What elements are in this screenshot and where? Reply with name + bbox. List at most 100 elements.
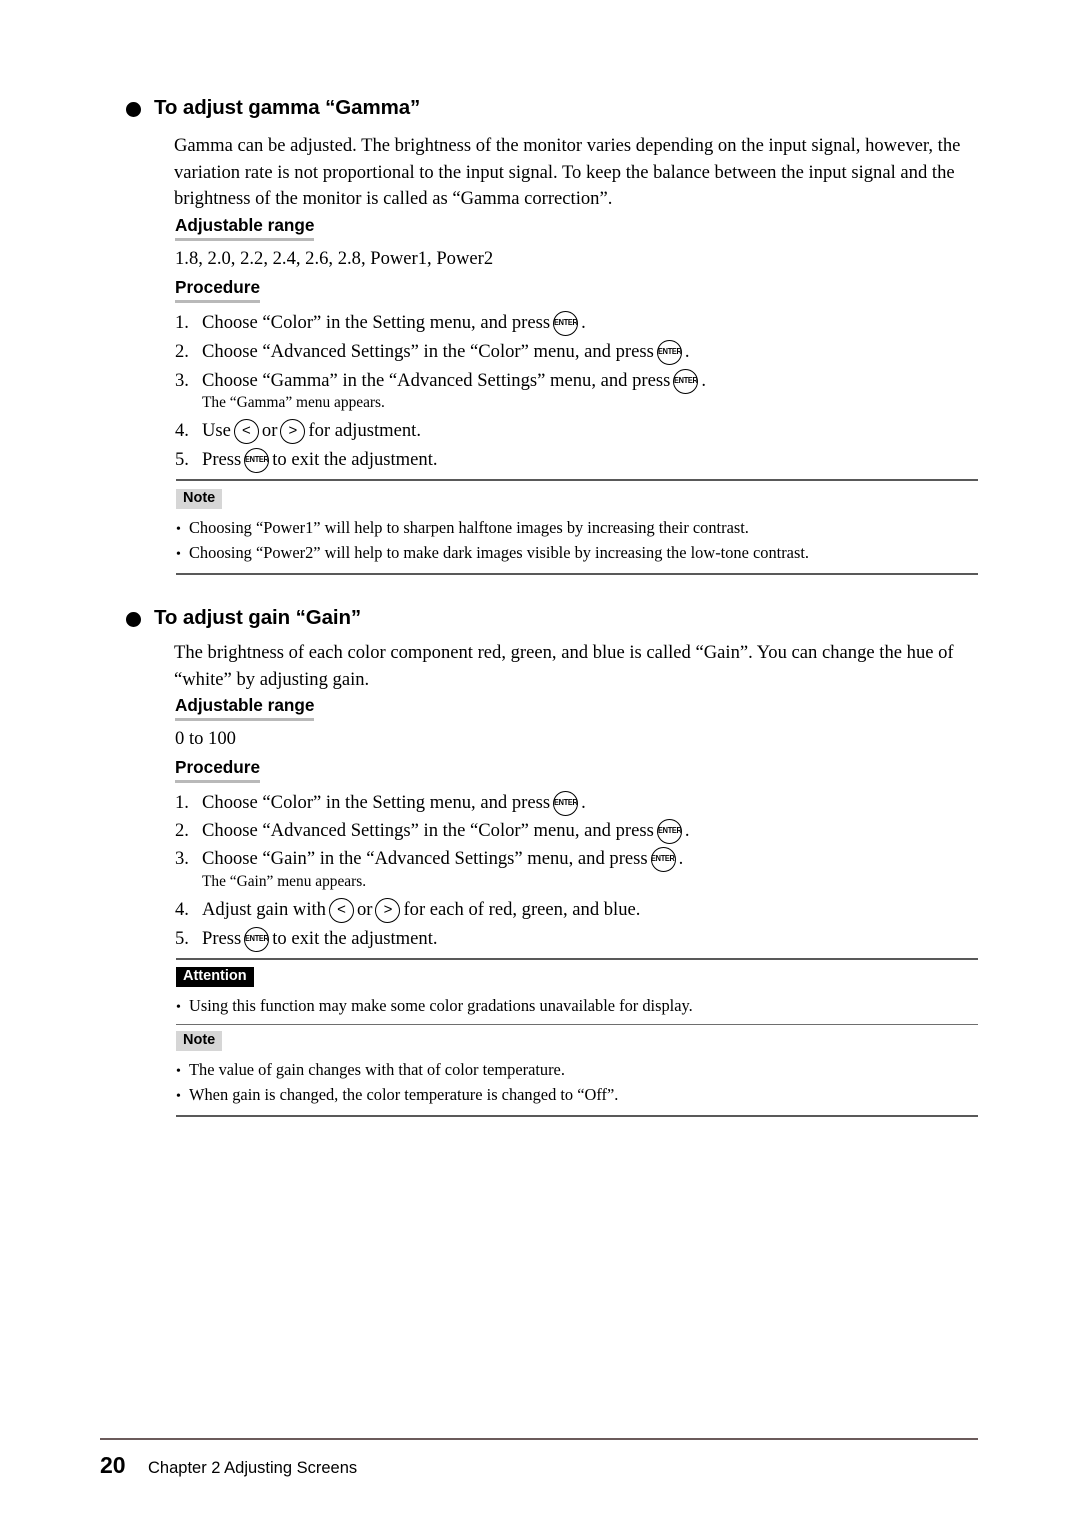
list-bullet-icon: • <box>176 1063 181 1079</box>
step-text-pre: Choose “Gamma” in the “Advanced Settings… <box>202 370 671 391</box>
step-text-mid: or <box>261 420 278 441</box>
right-arrow-key-icon: > <box>280 418 306 444</box>
step-number: 3. <box>175 848 189 869</box>
left-arrow-label: < <box>337 900 346 918</box>
step-text-mid: or <box>356 899 373 920</box>
adjustable-range-value-gamma: 1.8, 2.0, 2.2, 2.4, 2.6, 2.8, Power1, Po… <box>175 248 494 269</box>
section-heading-gamma: To adjust gamma “Gamma” <box>126 96 420 120</box>
procedure-step: 1. Choose “Color” in the Setting menu, a… <box>175 790 586 816</box>
callout-item-text: Using this function may make some color … <box>189 995 693 1015</box>
footer-chapter-label: Chapter 2 Adjusting Screens <box>148 1459 358 1477</box>
enter-key-label: ENTER <box>244 455 269 464</box>
step-result-note-gamma: The “Gamma” menu appears. <box>202 394 385 411</box>
step-text-pre: Choose “Advanced Settings” in the “Color… <box>202 341 654 362</box>
enter-key-icon: ENTER <box>650 846 676 872</box>
enter-key-label: ENTER <box>674 376 698 385</box>
step-text: Press ENTER to exit the adjustment. <box>202 926 438 952</box>
callout-list-item: • The value of gain changes with that of… <box>176 1058 978 1084</box>
callout-item-text: When gain is changed, the color temperat… <box>189 1085 619 1104</box>
step-text-post: . <box>684 341 690 362</box>
procedure-step: 5. Press ENTER to exit the adjustment. <box>175 447 438 473</box>
attention-badge: Attention <box>176 967 254 987</box>
callout-item-text: The value of gain changes with that of c… <box>189 1059 565 1079</box>
step-text-post: . <box>701 370 706 391</box>
right-arrow-key-icon: > <box>375 897 401 923</box>
list-bullet-icon: • <box>176 999 181 1015</box>
left-arrow-label: < <box>242 421 251 439</box>
section-title-gain: To adjust gain “Gain” <box>154 606 362 629</box>
step-number: 3. <box>175 370 189 391</box>
step-number: 4. <box>175 899 189 920</box>
callout-list-item: • Using this function may make some colo… <box>176 994 978 1020</box>
step-number: 2. <box>175 820 189 841</box>
enter-key-label: ENTER <box>244 934 269 943</box>
step-number: 1. <box>175 792 189 813</box>
enter-key-icon: ENTER <box>244 926 270 952</box>
note-callout-gamma: Note • Choosing “Power1” will help to sh… <box>176 479 978 575</box>
enter-key-icon: ENTER <box>553 310 579 336</box>
left-arrow-key-icon: < <box>233 418 259 444</box>
procedure-step: 1. Choose “Color” in the Setting menu, a… <box>175 310 586 336</box>
subheading-procedure-gain: Procedure <box>175 757 261 783</box>
left-arrow-key-icon: < <box>328 897 354 923</box>
step-text: Choose “Gamma” in the “Advanced Settings… <box>202 368 706 394</box>
note-badge: Note <box>176 1031 223 1051</box>
adjustable-range-value-gain: 0 to 100 <box>175 728 236 749</box>
enter-key-icon: ENTER <box>553 790 579 816</box>
enter-key-icon: ENTER <box>656 818 682 844</box>
step-text-pre: Choose “Color” in the Setting menu, and … <box>202 792 551 813</box>
callout-list-item: • Choosing “Power1” will help to sharpen… <box>176 516 978 542</box>
callout-item-text: Choosing “Power1” will help to sharpen h… <box>189 517 749 537</box>
attention-callout-gain: Attention • Using this function may make… <box>176 958 978 1117</box>
step-text: Choose “Advanced Settings” in the “Color… <box>202 339 689 365</box>
step-text: Adjust gain with < or > for each of red,… <box>202 897 640 923</box>
callout-list-item: • Choosing “Power2” will help to make da… <box>176 541 978 567</box>
subheading-procedure-gamma: Procedure <box>175 277 261 303</box>
step-text-pre: Adjust gain with <box>202 899 326 920</box>
callout-bottom-rule <box>176 572 978 575</box>
enter-key-label: ENTER <box>553 798 578 807</box>
step-text-post: . <box>684 820 690 841</box>
step-number: 5. <box>175 928 189 949</box>
enter-key-label: ENTER <box>553 318 578 327</box>
bullet-icon <box>126 101 141 117</box>
enter-key-icon: ENTER <box>244 447 270 473</box>
step-text-pre: Press <box>202 928 242 949</box>
callout-body: • Using this function may make some colo… <box>176 987 978 1020</box>
procedure-step: 4. Adjust gain with < or > for each of r… <box>175 897 640 923</box>
procedure-step: 2. Choose “Advanced Settings” in the “Co… <box>175 339 689 365</box>
list-bullet-icon: • <box>176 1089 181 1104</box>
procedure-step: 4. Use < or > for adjustment. <box>175 418 421 444</box>
step-text-pre: Choose “Color” in the Setting menu, and … <box>202 312 551 333</box>
step-text-post: . <box>581 792 586 813</box>
enter-key-icon: ENTER <box>673 368 699 394</box>
footer-rule <box>100 1438 978 1440</box>
step-text-post: for adjustment. <box>308 420 421 441</box>
procedure-step: 3. Choose “Gain” in the “Advanced Settin… <box>175 846 683 872</box>
document-page: To adjust gamma “Gamma” Gamma can be adj… <box>0 0 1080 1527</box>
enter-key-label: ENTER <box>651 854 675 863</box>
list-bullet-icon: • <box>176 547 181 562</box>
note-badge: Note <box>176 489 223 509</box>
procedure-step: 2. Choose “Advanced Settings” in the “Co… <box>175 818 689 844</box>
enter-key-label: ENTER <box>657 826 682 835</box>
step-text-pre: Choose “Advanced Settings” in the “Color… <box>202 820 654 841</box>
page-number: 20 <box>100 1452 126 1478</box>
step-text-post: . <box>678 848 684 869</box>
enter-key-label: ENTER <box>657 347 682 356</box>
step-number: 1. <box>175 312 189 333</box>
step-text-post: . <box>581 312 586 333</box>
step-text: Choose “Color” in the Setting menu, and … <box>202 790 586 816</box>
procedure-step: 5. Press ENTER to exit the adjustment. <box>175 926 438 952</box>
section-heading-gain: To adjust gain “Gain” <box>126 606 361 630</box>
step-text-pre: Choose “Gain” in the “Advanced Settings”… <box>202 848 648 869</box>
step-text: Use < or > for adjustment. <box>202 418 421 444</box>
subheading-adjustable-range-gamma: Adjustable range <box>175 215 315 241</box>
bullet-icon <box>126 611 141 627</box>
step-text-post: to exit the adjustment. <box>272 928 438 949</box>
step-text-post: for each of red, green, and blue. <box>403 899 641 920</box>
step-number: 4. <box>175 420 189 441</box>
subheading-adjustable-range-gain: Adjustable range <box>175 695 315 721</box>
step-text: Choose “Advanced Settings” in the “Color… <box>202 818 689 844</box>
step-text-pre: Use <box>202 420 231 441</box>
